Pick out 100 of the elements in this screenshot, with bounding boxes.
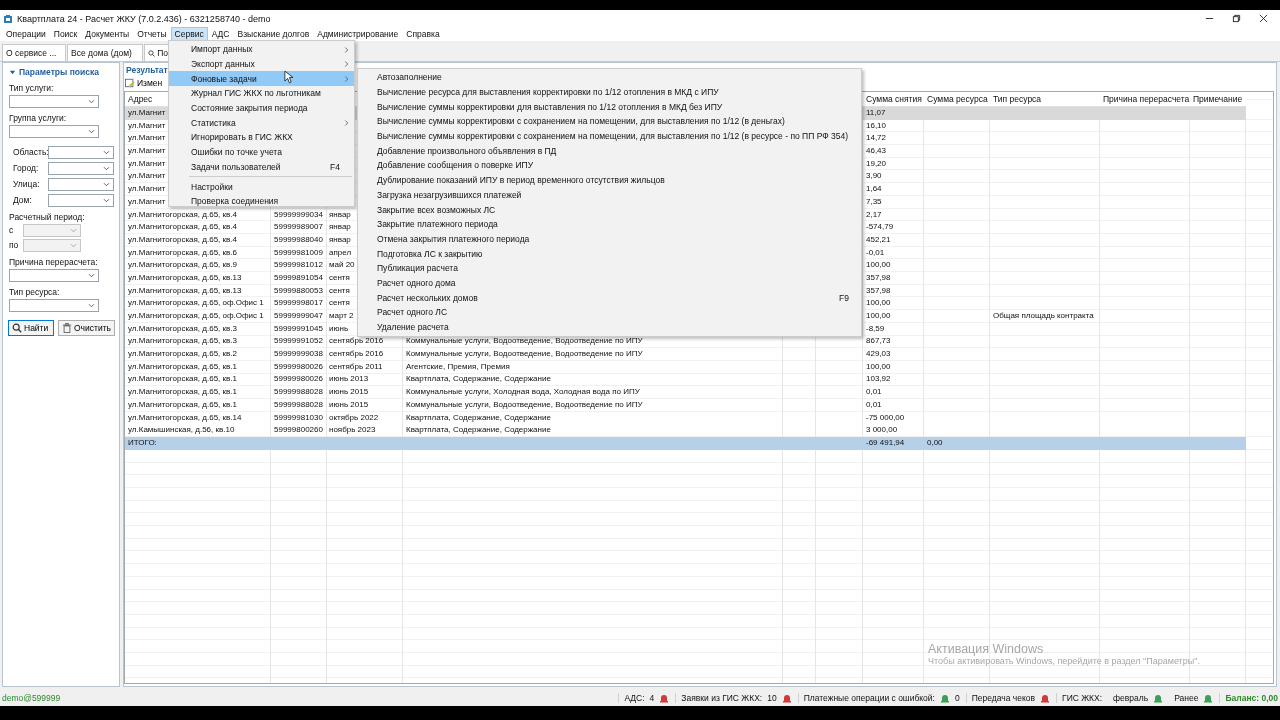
table-cell: ул.Магнитогорская, д.65, кв.3 bbox=[128, 336, 237, 346]
status-label: февраль bbox=[1113, 692, 1149, 703]
table-cell: 46,43 bbox=[866, 146, 887, 156]
table-cell: ул.Магнитогорская, д.65, кв.3 bbox=[128, 323, 237, 333]
table-cell: 59999988028 bbox=[274, 399, 323, 409]
table-cell: 59999991045 bbox=[274, 323, 323, 333]
status-label: Платежные операции с ошибкой: bbox=[803, 692, 935, 703]
table-cell: сентя bbox=[329, 298, 350, 308]
table-cell: ул.Магнитогорская, д.65, кв.6 bbox=[128, 247, 237, 257]
table-cell: Коммунальные услуги, Водоотведение, Водоотведение по ИПУ bbox=[406, 349, 643, 359]
table-cell: 59999998017 bbox=[274, 298, 323, 308]
table-cell: сентя bbox=[329, 272, 350, 282]
table-cell: 59999980026 bbox=[274, 361, 323, 371]
table-cell: ул.Магнит bbox=[128, 133, 166, 143]
table-cell: март 2 bbox=[329, 311, 354, 320]
field-label: Группа услуги: bbox=[9, 113, 68, 123]
panel-title: Параметры поиска bbox=[19, 67, 99, 77]
status-label: Ранее bbox=[1174, 692, 1199, 703]
table-cell: 11,07 bbox=[866, 108, 886, 117]
table-cell: 59999999047 bbox=[274, 311, 323, 320]
table-cell: ул.Магнитогорская, д.65, кв.1 bbox=[128, 399, 237, 409]
status-count: 0 bbox=[954, 692, 960, 703]
table-cell: январ bbox=[329, 234, 351, 244]
table-cell: 59999981012 bbox=[274, 260, 323, 270]
table-cell: ул.Магнит bbox=[128, 196, 166, 206]
table-cell: ул.Магнитогорская, д.65, кв.1 bbox=[128, 387, 237, 397]
table-cell: Коммунальные услуги, Водоотведение, Водоотведение по ИПУ bbox=[406, 336, 643, 346]
status-label: Передача чеков bbox=[971, 692, 1036, 703]
table-cell: 100,00 bbox=[866, 260, 891, 270]
table-cell: -75 000,00 bbox=[866, 412, 905, 422]
table-cell: Коммунальные услуги, Водоотведение, Водоотведение по ИПУ bbox=[406, 399, 643, 409]
field-label: Дом: bbox=[12, 194, 33, 205]
table-cell: январ bbox=[329, 209, 351, 219]
table-cell: 357,98 bbox=[866, 285, 891, 295]
table-cell: сентябрь 2016 bbox=[329, 349, 384, 359]
table-cell: Квартплата, Содержание, Содержание bbox=[406, 412, 551, 422]
status-count: 10 bbox=[767, 692, 777, 703]
table-cell: 16,10 bbox=[866, 120, 887, 130]
table-cell: ул.Магнитогорская, д.65, кв.14 bbox=[128, 412, 242, 422]
table-cell: 59999991052 bbox=[274, 336, 323, 346]
table-cell: 19,20 bbox=[866, 158, 887, 168]
field-label: Тип услуги: bbox=[9, 83, 55, 93]
status-label: ГИС ЖКХ: bbox=[1062, 692, 1103, 703]
table-cell: ул.Магнитогорская, д.65, кв.2 bbox=[128, 349, 237, 359]
table-cell: Квартплата, Содержание, Содержание bbox=[406, 425, 551, 435]
table-cell: 59999981009 bbox=[274, 247, 323, 257]
table-cell: 0,01 bbox=[866, 399, 882, 409]
table-cell: сентябрь 2016 bbox=[329, 336, 384, 346]
table-cell: 3,90 bbox=[866, 171, 882, 181]
table-cell: 59999800260 bbox=[274, 425, 323, 435]
table-cell: 7,35 bbox=[866, 196, 882, 206]
table-cell: 867,73 bbox=[866, 336, 891, 346]
table-cell: 59999999038 bbox=[274, 349, 323, 359]
table-cell: 59999989007 bbox=[274, 222, 323, 232]
field-label: Область: bbox=[12, 146, 48, 157]
table-cell: 452,21 bbox=[866, 234, 891, 244]
activation-title: Активация Windows bbox=[928, 642, 1045, 656]
table-cell: ул.Магнитогорская, д.65, кв.13 bbox=[128, 272, 242, 282]
table-cell: 14,72 bbox=[866, 133, 887, 143]
table-cell: 0,01 bbox=[866, 387, 882, 397]
balance-label: Баланс: 0,00 bbox=[1219, 692, 1278, 703]
status-count: 4 bbox=[649, 692, 655, 703]
table-cell: ул.Магнитогорская, д.65, кв.13 bbox=[128, 285, 242, 295]
table-cell: июнь 2013 bbox=[329, 374, 369, 384]
table-cell-text: ИТОГО: bbox=[127, 436, 158, 449]
field-label: по bbox=[9, 239, 20, 250]
table-cell: 59999988028 bbox=[274, 387, 323, 397]
table-cell: 59999891054 bbox=[274, 272, 323, 282]
section-title: Результат bbox=[125, 65, 168, 76]
table-cell: январ bbox=[329, 222, 351, 232]
user-label: demo@599999 bbox=[2, 692, 61, 703]
field-label: Город: bbox=[12, 162, 40, 173]
status-label: АДС: bbox=[624, 692, 645, 703]
table-cell: 59999981030 bbox=[274, 412, 323, 422]
table-cell: ул.Магнит bbox=[128, 146, 166, 156]
table-cell: ул.Магнитогорская, д.65, оф.Офис 1 bbox=[128, 298, 264, 308]
table-cell: октябрь 2022 bbox=[329, 412, 379, 422]
table-cell: 357,98 bbox=[866, 272, 891, 282]
table-cell: 59999980026 bbox=[274, 374, 323, 384]
table-cell: ул.Магнитогорская, д.65, оф.Офис 1 bbox=[128, 311, 264, 320]
table-cell: 59999999034 bbox=[274, 209, 323, 219]
table-cell-text: 0,00 bbox=[926, 436, 944, 449]
window-title: Квартплата 24 - Расчет ЖКУ (7.0.2.436) - 6321258740 - demo bbox=[17, 13, 271, 24]
table-cell: 59999880053 bbox=[274, 285, 323, 295]
table-cell: -574,79 bbox=[866, 222, 894, 232]
table-cell: Общая площадь контракта bbox=[993, 311, 1094, 320]
table-cell: 100,00 bbox=[866, 298, 891, 308]
table-cell: 3 000,00 bbox=[866, 425, 898, 435]
field-label: Расчетный период: bbox=[9, 212, 86, 222]
table-cell: ул.Магнит bbox=[128, 120, 166, 130]
table-cell: 103,92 bbox=[866, 374, 891, 384]
activation-text: Чтобы активировать Windows, перейдите в раздел "Параметры". bbox=[928, 656, 1200, 666]
table-cell: Коммунальные услуги, Холодная вода, Холодная вода по ИПУ bbox=[406, 387, 640, 397]
field-label: Тип ресурса: bbox=[9, 287, 61, 297]
table-cell: ноябрь 2023 bbox=[329, 425, 376, 435]
table-cell: ул.Магнит bbox=[128, 171, 166, 181]
status-label: Заявки из ГИС ЖКХ: bbox=[681, 692, 763, 703]
table-cell: ул.Магнитогорская, д.65, кв.1 bbox=[128, 361, 237, 371]
table-cell: -8,59 bbox=[866, 323, 885, 333]
table-cell: ул.Магнит bbox=[128, 108, 166, 117]
